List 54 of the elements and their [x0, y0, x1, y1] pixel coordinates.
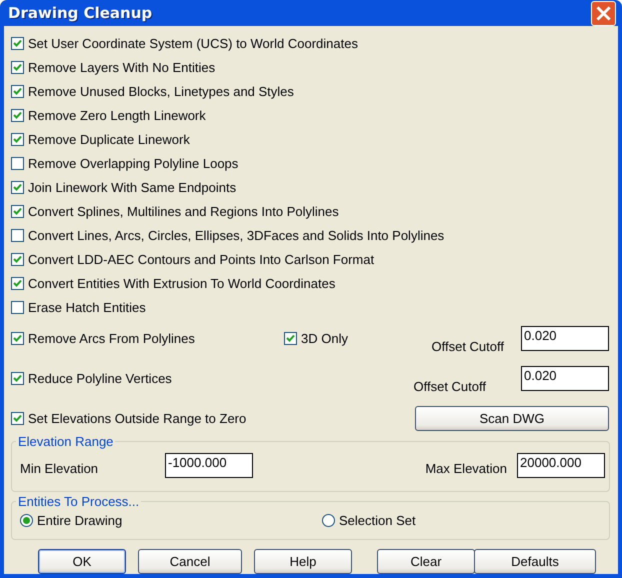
checkbox[interactable] — [11, 372, 24, 384]
option-label: Convert Splines, Multilines and Regions Into Polylines — [28, 204, 339, 218]
checkbox[interactable] — [11, 84, 24, 98]
option-label: 3D Only — [301, 330, 348, 346]
field-label: Max Elevation — [425, 460, 507, 476]
group-title: Elevation Range — [17, 434, 114, 449]
checkbox[interactable] — [11, 156, 24, 170]
option-label: Set Elevations Outside Range to Zero — [28, 410, 246, 426]
option-label: Remove Overlapping Polyline Loops — [28, 156, 238, 170]
field-label: Offset Cutoff — [413, 378, 486, 394]
input-field[interactable]: -1000.000 — [165, 453, 253, 478]
radio-label: Entire Drawing — [37, 513, 122, 528]
field-label: Min Elevation — [20, 460, 100, 476]
option-label: Remove Layers With No Entities — [28, 60, 216, 74]
input-field[interactable]: 20000.000 — [517, 453, 605, 478]
option-label: Remove Duplicate Linework — [28, 132, 190, 146]
checkbox[interactable] — [11, 228, 24, 242]
option-label: Convert LDD-AEC Contours and Points Into Carlson Format — [28, 252, 374, 266]
checkbox[interactable] — [11, 300, 24, 314]
option-label: Set User Coordinate System (UCS) to World Coordinates — [28, 36, 358, 50]
option-label: Convert Lines, Arcs, Circles, Ellipses, 3DFaces and Solids Into Polylines — [28, 228, 444, 242]
checkbox[interactable] — [11, 204, 24, 218]
checkbox[interactable] — [11, 412, 24, 424]
option-label: Erase Hatch Entities — [28, 300, 146, 314]
group-title: Entities To Process... — [17, 494, 140, 509]
dialog-button[interactable]: Clear — [377, 549, 475, 574]
checkbox[interactable] — [11, 60, 24, 74]
checkbox[interactable] — [11, 276, 24, 290]
input-field[interactable]: 0.020 — [521, 366, 609, 390]
dialog-button[interactable]: Cancel — [138, 549, 242, 574]
scan-button[interactable]: Scan DWG — [415, 406, 609, 430]
radio-button[interactable] — [322, 514, 335, 527]
dialog-button[interactable]: OK — [38, 549, 126, 574]
checkbox[interactable] — [11, 180, 24, 194]
checkbox[interactable] — [11, 252, 24, 266]
checkbox[interactable] — [11, 108, 24, 122]
checkbox[interactable] — [11, 332, 24, 344]
option-label: Convert Entities With Extrusion To World Coordinates — [28, 276, 336, 290]
option-label: Remove Unused Blocks, Linetypes and Styles — [28, 84, 294, 98]
option-label: Remove Zero Length Linework — [28, 108, 206, 122]
field-label: Offset Cutoff — [431, 338, 504, 354]
checkbox[interactable] — [11, 36, 24, 50]
input-field[interactable]: 0.020 — [521, 326, 609, 350]
radio-button[interactable] — [20, 514, 33, 527]
option-label: Remove Arcs From Polylines — [28, 330, 195, 346]
checkbox[interactable] — [11, 132, 24, 146]
dialog-button[interactable]: Defaults — [474, 549, 596, 574]
option-label: Reduce Polyline Vertices — [28, 370, 172, 386]
checkbox[interactable] — [284, 332, 297, 344]
radio-label: Selection Set — [339, 513, 416, 528]
option-label: Join Linework With Same Endpoints — [28, 180, 236, 194]
dialog-button[interactable]: Help — [254, 549, 352, 574]
window-title: Drawing Cleanup — [8, 4, 152, 22]
close-button[interactable]: × — [591, 0, 616, 26]
